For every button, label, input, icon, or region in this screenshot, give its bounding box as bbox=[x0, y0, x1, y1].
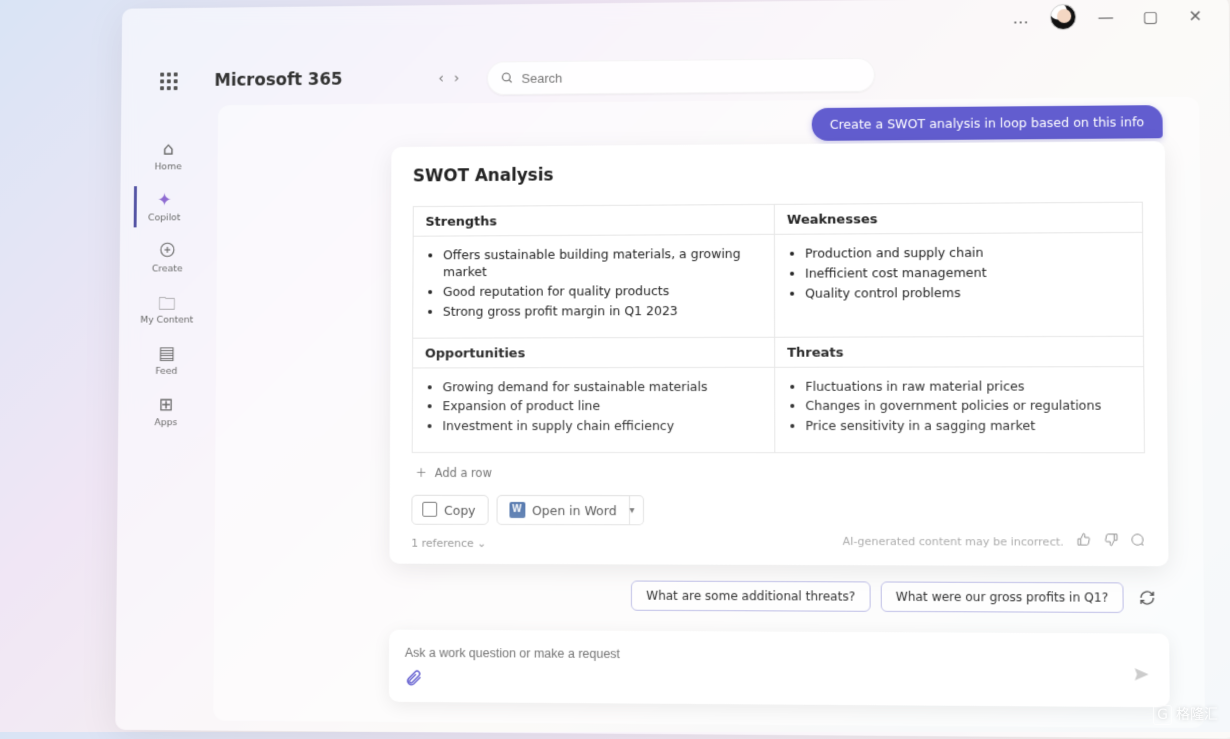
watermark: G格隆汇 bbox=[1153, 704, 1218, 724]
apps-icon: ⊞ bbox=[137, 395, 196, 417]
maximize-button[interactable]: ▢ bbox=[1135, 4, 1166, 28]
sidebar-item-feed[interactable]: ▤ Feed bbox=[137, 339, 196, 381]
feed-icon: ▤ bbox=[137, 343, 196, 365]
nav-arrows: ‹ › bbox=[438, 71, 459, 87]
swot-heading: Strengths bbox=[414, 205, 774, 237]
ai-disclaimer: AI-generated content may be incorrect. bbox=[843, 534, 1064, 548]
sidebar-item-apps[interactable]: ⊞ Apps bbox=[137, 391, 196, 433]
swot-cell-threats[interactable]: Threats Fluctuations in raw material pri… bbox=[775, 336, 1145, 453]
swot-item: Production and supply chain bbox=[805, 244, 1132, 262]
send-icon bbox=[1132, 665, 1151, 684]
composer[interactable] bbox=[389, 630, 1170, 708]
copy-icon bbox=[424, 503, 437, 516]
search-box[interactable] bbox=[487, 58, 875, 95]
swot-item: Offers sustainable building materials, a… bbox=[443, 246, 764, 281]
sidebar-label: Home bbox=[139, 161, 197, 172]
swot-item: Quality control problems bbox=[805, 284, 1132, 302]
sidebar-item-home[interactable]: ⌂ Home bbox=[139, 135, 198, 177]
attach-button[interactable] bbox=[405, 669, 423, 692]
swot-item: Inefficient cost management bbox=[805, 264, 1132, 282]
app-window: … — ▢ ✕ Microsoft 365 ‹ › ⌂ Home ✦ Copil… bbox=[115, 0, 1230, 739]
sidebar-label: Copilot bbox=[137, 212, 192, 223]
nav-back-button[interactable]: ‹ bbox=[438, 71, 444, 87]
more-button[interactable]: … bbox=[1005, 5, 1035, 29]
add-row-button[interactable]: ＋ Add a row bbox=[416, 465, 1146, 482]
nav-forward-button[interactable]: › bbox=[454, 71, 460, 87]
swot-item: Fluctuations in raw material prices bbox=[805, 378, 1133, 395]
swot-item: Growing demand for sustainable materials bbox=[443, 378, 765, 395]
chevron-down-icon: ▾ bbox=[630, 505, 635, 516]
plus-icon: ＋ bbox=[416, 465, 427, 481]
swot-heading: Weaknesses bbox=[775, 203, 1142, 235]
references-label: 1 reference bbox=[411, 537, 473, 550]
copilot-icon: ✦ bbox=[137, 190, 192, 212]
add-row-label: Add a row bbox=[435, 466, 492, 480]
sidebar-label: Feed bbox=[137, 366, 195, 377]
swot-item: Expansion of product line bbox=[442, 398, 764, 415]
create-icon bbox=[138, 241, 196, 263]
sidebar-item-create[interactable]: Create bbox=[138, 237, 197, 279]
swot-item: Price sensitivity in a sagging market bbox=[805, 418, 1133, 435]
swot-cell-strengths[interactable]: Strengths Offers sustainable building ma… bbox=[413, 204, 775, 337]
sidebar-label: My Content bbox=[138, 315, 196, 326]
swot-title: SWOT Analysis bbox=[413, 166, 554, 187]
swot-heading: Threats bbox=[775, 336, 1143, 367]
swot-item: Good reputation for quality products bbox=[443, 283, 764, 301]
user-prompt-bubble: Create a SWOT analysis in loop based on … bbox=[812, 105, 1163, 141]
swot-item: Strong gross profit margin in Q1 2023 bbox=[443, 302, 764, 320]
main-canvas: Create a SWOT analysis in loop based on … bbox=[213, 97, 1205, 728]
copy-button[interactable]: Copy bbox=[411, 495, 488, 525]
swot-table: Strengths Offers sustainable building ma… bbox=[412, 202, 1145, 454]
refresh-suggestions-button[interactable] bbox=[1134, 584, 1161, 611]
open-in-word-button[interactable]: Open in Word bbox=[496, 495, 629, 525]
swot-cell-opportunities[interactable]: Opportunities Growing demand for sustain… bbox=[412, 337, 775, 453]
suggestion-chip[interactable]: What are some additional threats? bbox=[631, 581, 870, 612]
chevron-down-icon: ⌄ bbox=[477, 537, 486, 550]
refresh-icon bbox=[1139, 590, 1156, 606]
composer-input[interactable] bbox=[405, 646, 1077, 664]
sidebar-item-copilot[interactable]: ✦ Copilot bbox=[134, 186, 193, 228]
thumbs-up-icon[interactable] bbox=[1076, 532, 1093, 552]
copy-label: Copy bbox=[444, 502, 475, 517]
suggestion-chip[interactable]: What were our gross profits in Q1? bbox=[880, 581, 1123, 613]
paperclip-icon bbox=[405, 669, 423, 687]
sidebar: ⌂ Home ✦ Copilot Create 🗀 My Content ▤ F… bbox=[136, 135, 199, 432]
send-button[interactable] bbox=[1132, 665, 1151, 689]
swot-heading: Opportunities bbox=[413, 337, 774, 368]
card-footer: AI-generated content may be incorrect. bbox=[843, 531, 1146, 552]
sidebar-label: Create bbox=[138, 263, 196, 274]
app-title: Microsoft 365 bbox=[214, 70, 342, 91]
thumbs-down-icon[interactable] bbox=[1103, 532, 1120, 552]
app-launcher-icon[interactable] bbox=[160, 72, 178, 90]
close-window-button[interactable]: ✕ bbox=[1180, 3, 1211, 27]
window-controls: … — ▢ ✕ bbox=[1005, 2, 1210, 30]
sidebar-item-mycontent[interactable]: 🗀 My Content bbox=[138, 288, 197, 330]
folder-icon: 🗀 bbox=[138, 292, 196, 314]
minimize-button[interactable]: — bbox=[1090, 4, 1121, 28]
open-in-word-menu-button[interactable]: ▾ bbox=[622, 495, 644, 525]
search-icon bbox=[501, 71, 514, 85]
swot-cell-weaknesses[interactable]: Weaknesses Production and supply chain I… bbox=[774, 202, 1143, 337]
sidebar-label: Apps bbox=[137, 417, 196, 428]
avatar[interactable] bbox=[1050, 4, 1077, 30]
suggestion-row: What are some additional threats? What w… bbox=[631, 581, 1160, 614]
home-icon: ⌂ bbox=[139, 139, 197, 161]
card-actions: Copy Open in Word ▾ bbox=[411, 495, 1145, 527]
response-card: SWOT Analysis Strengths Offers sustainab… bbox=[389, 141, 1168, 566]
swot-item: Investment in supply chain efficiency bbox=[442, 418, 764, 435]
open-word-label: Open in Word bbox=[532, 503, 617, 518]
word-icon bbox=[509, 502, 525, 518]
search-input[interactable] bbox=[522, 67, 861, 85]
swot-item: Changes in government policies or regula… bbox=[805, 398, 1133, 415]
comment-icon[interactable] bbox=[1129, 532, 1146, 552]
